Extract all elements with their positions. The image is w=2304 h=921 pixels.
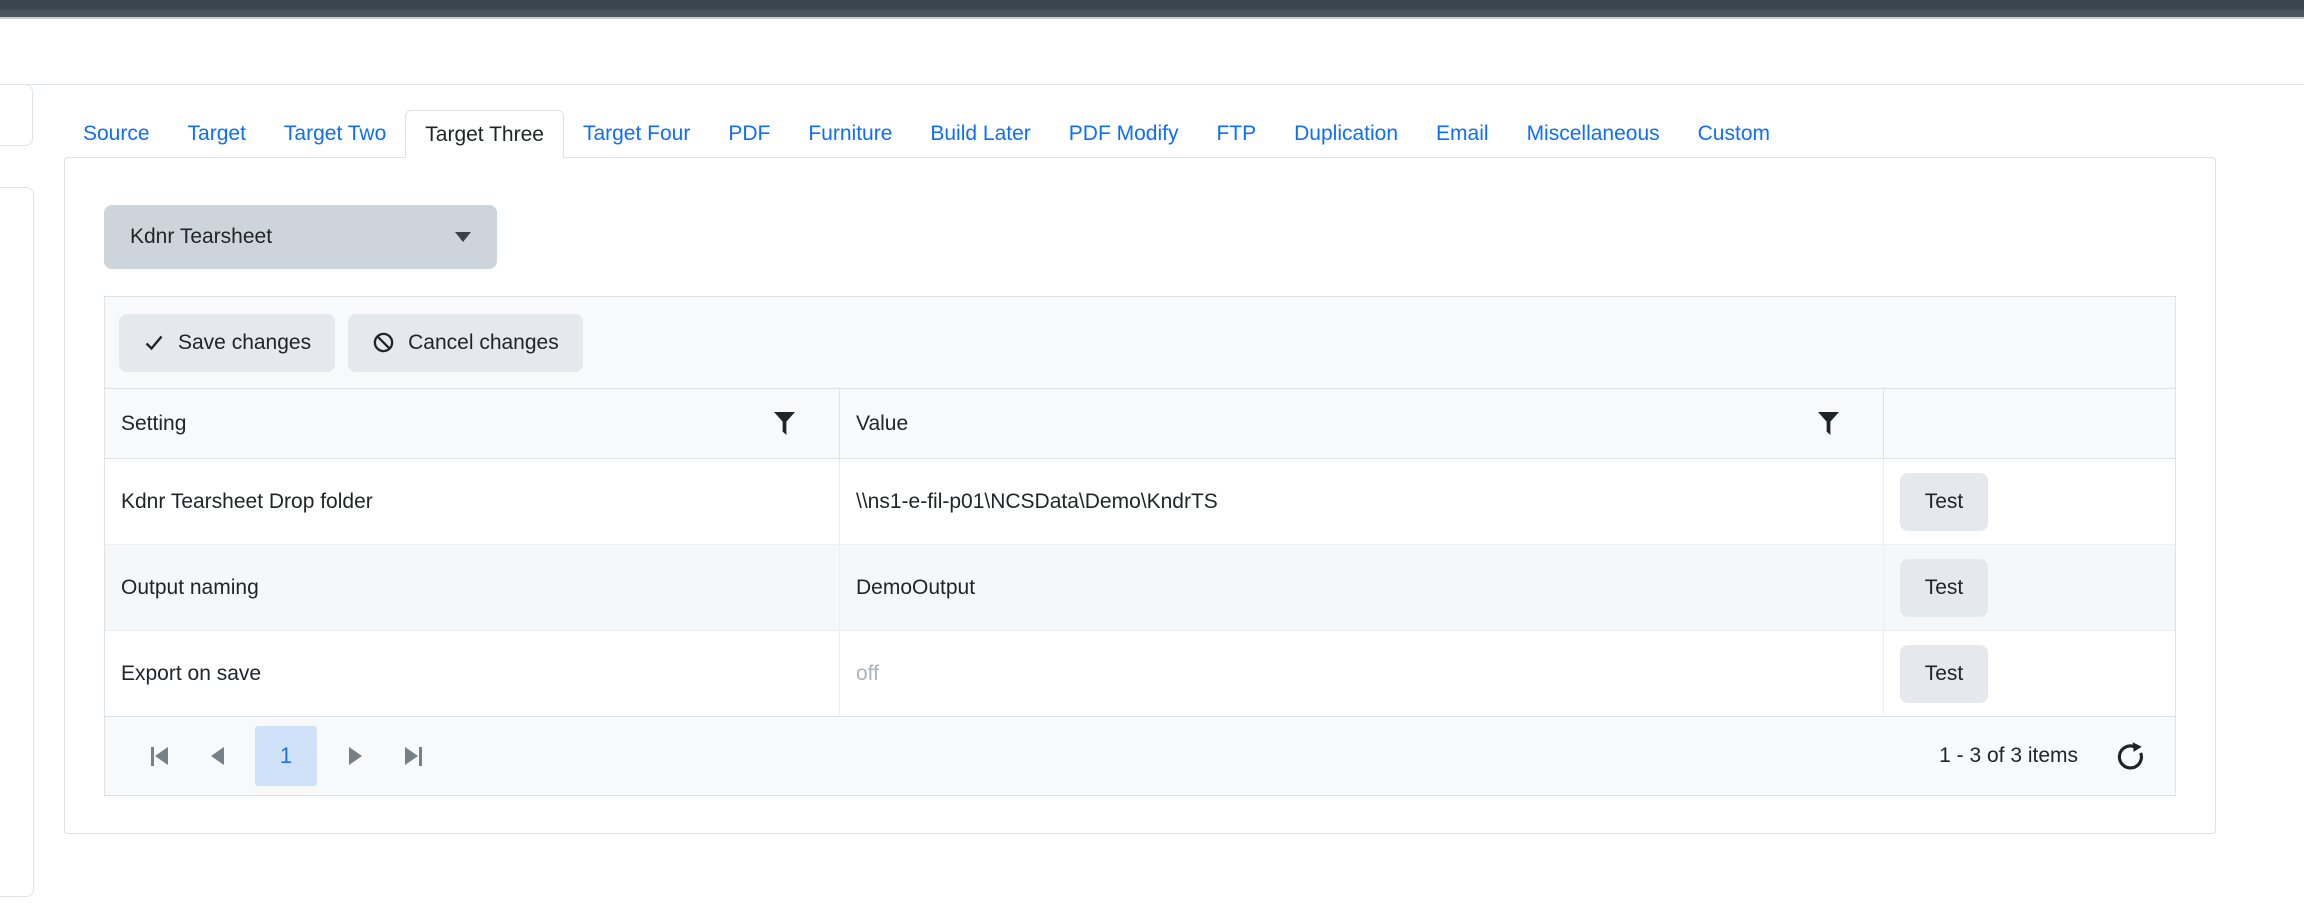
chevron-down-icon bbox=[455, 232, 471, 242]
action-cell: Test bbox=[1883, 459, 2175, 544]
action-cell: Test bbox=[1883, 545, 2175, 630]
test-button[interactable]: Test bbox=[1900, 559, 1988, 617]
tab-build-later[interactable]: Build Later bbox=[911, 110, 1049, 158]
target-type-dropdown[interactable]: Kdnr Tearsheet bbox=[104, 205, 497, 269]
prev-page-icon[interactable] bbox=[197, 736, 237, 776]
tab-ftp[interactable]: FTP bbox=[1197, 110, 1275, 158]
test-button[interactable]: Test bbox=[1900, 645, 1988, 703]
value-cell: off bbox=[839, 631, 1883, 716]
table-row: Kdnr Tearsheet Drop folder \\ns1-e-fil-p… bbox=[105, 459, 2175, 545]
pager-nav: 1 bbox=[139, 726, 433, 786]
clipped-left-panel bbox=[0, 187, 34, 897]
tab-target-three[interactable]: Target Three bbox=[405, 110, 564, 158]
column-header-value: Value bbox=[839, 389, 1883, 458]
tab-content-panel: Kdnr Tearsheet Save changes bbox=[64, 157, 2216, 834]
cancel-changes-label: Cancel changes bbox=[408, 331, 559, 355]
tab-custom[interactable]: Custom bbox=[1679, 110, 1789, 158]
settings-grid: Save changes Cancel changes Setting bbox=[104, 296, 2176, 796]
settings-tabstrip: Source Target Target Two Target Three Ta… bbox=[64, 110, 1789, 158]
setting-cell: Output naming bbox=[105, 545, 839, 630]
value-cell: \\ns1-e-fil-p01\NCSData\Demo\KndrTS bbox=[839, 459, 1883, 544]
column-header-setting: Setting bbox=[105, 389, 839, 458]
last-page-icon[interactable] bbox=[393, 736, 433, 776]
test-button[interactable]: Test bbox=[1900, 473, 1988, 531]
table-row: Export on save off Test bbox=[105, 631, 2175, 717]
column-header-setting-label: Setting bbox=[121, 412, 186, 436]
next-page-icon[interactable] bbox=[335, 736, 375, 776]
filter-icon[interactable] bbox=[774, 412, 795, 435]
save-changes-button[interactable]: Save changes bbox=[119, 314, 335, 372]
save-changes-label: Save changes bbox=[178, 331, 311, 355]
column-header-action bbox=[1883, 389, 2175, 458]
app-window: Source Target Target Two Target Three Ta… bbox=[0, 0, 2304, 921]
tab-target[interactable]: Target bbox=[169, 110, 265, 158]
first-page-icon[interactable] bbox=[139, 736, 179, 776]
cancel-changes-button[interactable]: Cancel changes bbox=[348, 314, 583, 372]
cancel-icon bbox=[372, 331, 395, 354]
grid-pager: 1 1 - 3 of 3 items bbox=[105, 716, 2175, 795]
dropdown-selected-value: Kdnr Tearsheet bbox=[130, 225, 272, 249]
tab-miscellaneous[interactable]: Miscellaneous bbox=[1508, 110, 1679, 158]
tab-target-four[interactable]: Target Four bbox=[564, 110, 709, 158]
tab-furniture[interactable]: Furniture bbox=[789, 110, 911, 158]
tab-email[interactable]: Email bbox=[1417, 110, 1508, 158]
clipped-left-panel-top bbox=[0, 84, 33, 146]
pager-right: 1 - 3 of 3 items bbox=[1939, 740, 2147, 773]
action-cell: Test bbox=[1883, 631, 2175, 716]
column-header-value-label: Value bbox=[856, 412, 908, 436]
setting-cell: Kdnr Tearsheet Drop folder bbox=[105, 459, 839, 544]
table-row: Output naming DemoOutput Test bbox=[105, 545, 2175, 631]
page-number-current[interactable]: 1 bbox=[255, 726, 317, 786]
pager-summary: 1 - 3 of 3 items bbox=[1939, 744, 2078, 768]
check-icon bbox=[143, 332, 165, 354]
window-title-bar bbox=[0, 0, 2304, 19]
tab-pdf[interactable]: PDF bbox=[709, 110, 789, 158]
tab-duplication[interactable]: Duplication bbox=[1275, 110, 1417, 158]
header-divider bbox=[0, 84, 2304, 85]
filter-icon[interactable] bbox=[1818, 412, 1839, 435]
refresh-icon[interactable] bbox=[2114, 740, 2147, 773]
grid-header-row: Setting Value bbox=[105, 389, 2175, 459]
tab-source[interactable]: Source bbox=[64, 110, 169, 158]
setting-cell: Export on save bbox=[105, 631, 839, 716]
value-cell: DemoOutput bbox=[839, 545, 1883, 630]
tab-pdf-modify[interactable]: PDF Modify bbox=[1050, 110, 1198, 158]
grid-toolbar: Save changes Cancel changes bbox=[105, 297, 2175, 389]
tab-target-two[interactable]: Target Two bbox=[265, 110, 405, 158]
